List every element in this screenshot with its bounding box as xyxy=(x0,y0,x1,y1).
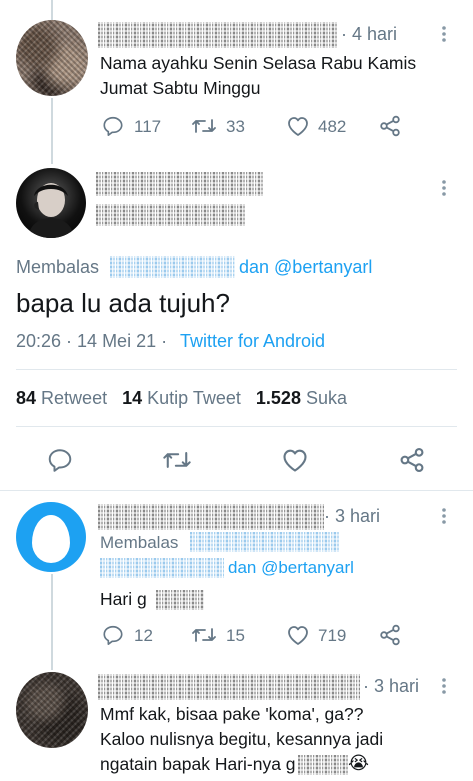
tweet-text-line3: ngatain bapak Hari-nya g xyxy=(100,754,296,774)
reply-count: 12 xyxy=(134,626,153,645)
redacted-username xyxy=(98,22,338,48)
egg-icon xyxy=(32,515,70,563)
thread-line-1 xyxy=(51,98,53,164)
more-icon[interactable] xyxy=(438,506,450,526)
retweet-count: 33 xyxy=(226,117,245,136)
redacted-username xyxy=(98,504,324,530)
tweet-timestamp: 20:26 · 14 Mei 21 · xyxy=(16,331,168,351)
tweet-text-line2: Kaloo nulisnya begitu, kesannya jadi xyxy=(100,729,384,749)
reply-icon[interactable] xyxy=(47,447,73,473)
reply-icon[interactable] xyxy=(102,115,124,137)
retweet-total[interactable]: 84 xyxy=(16,388,36,408)
redacted-word xyxy=(156,590,204,610)
avatar[interactable] xyxy=(16,20,88,96)
avatar[interactable] xyxy=(16,672,88,748)
section-divider xyxy=(0,490,473,491)
like-count: 482 xyxy=(318,117,347,136)
tweet-text: Hari g xyxy=(100,589,147,609)
redacted-mention[interactable] xyxy=(110,256,235,278)
quote-total[interactable]: 14 xyxy=(122,388,142,408)
redacted-handle xyxy=(96,204,246,226)
like-total-label[interactable]: Suka xyxy=(306,388,347,408)
redacted-username xyxy=(98,674,360,700)
divider xyxy=(16,369,457,370)
share-icon[interactable] xyxy=(379,115,401,137)
share-icon[interactable] xyxy=(379,624,401,646)
more-icon[interactable] xyxy=(438,676,450,696)
avatar[interactable] xyxy=(16,168,86,238)
more-icon[interactable] xyxy=(438,24,450,44)
tweet-time: · 3 hari xyxy=(324,506,381,526)
engagement-stats: 84 Retweet 14 Kutip Tweet 1.528 Suka xyxy=(16,388,347,409)
redacted-mention[interactable] xyxy=(190,532,340,552)
reply-count: 117 xyxy=(134,117,162,136)
replying-to-label: Membalas xyxy=(100,533,179,552)
reply-icon[interactable] xyxy=(102,624,124,646)
like-total[interactable]: 1.528 xyxy=(256,388,301,408)
retweet-icon[interactable] xyxy=(162,447,192,473)
like-icon[interactable] xyxy=(286,115,310,137)
replying-to-mentions[interactable]: dan @bertanyarl xyxy=(228,558,354,578)
tweet-text-line1: Nama ayahku Senin Selasa Rabu Kamis xyxy=(100,53,417,73)
redacted-word xyxy=(298,755,348,775)
main-tweet-text: bapa lu ada tujuh? xyxy=(16,288,230,318)
redacted-display-name xyxy=(96,172,264,196)
tweet-text-line2: Jumat Sabtu Minggu xyxy=(100,78,261,98)
retweet-icon[interactable] xyxy=(191,624,217,646)
more-icon[interactable] xyxy=(438,178,450,198)
tweet-time: · 4 hari xyxy=(341,24,398,44)
quote-total-label[interactable]: Kutip Tweet xyxy=(147,388,241,408)
redacted-mention[interactable] xyxy=(100,558,224,578)
thread-line-3 xyxy=(51,574,53,670)
like-count: 719 xyxy=(318,626,347,645)
retweet-total-label[interactable]: Retweet xyxy=(41,388,107,408)
like-icon[interactable] xyxy=(286,624,310,646)
crying-emoji: 😭 xyxy=(348,753,370,773)
replying-to-mentions[interactable]: dan @bertanyarl xyxy=(239,257,372,278)
like-icon[interactable] xyxy=(281,447,309,473)
tweet-source[interactable]: Twitter for Android xyxy=(180,331,325,352)
tweet-text-line1: Mmf kak, bisaa pake 'koma', ga?? xyxy=(100,704,364,724)
replying-to-label: Membalas xyxy=(16,257,100,277)
retweet-count: 15 xyxy=(226,626,245,645)
share-icon[interactable] xyxy=(399,447,425,473)
divider xyxy=(16,426,457,427)
retweet-icon[interactable] xyxy=(191,115,217,137)
default-egg-avatar[interactable] xyxy=(16,502,86,572)
thread-line-top xyxy=(51,0,53,20)
tweet-time: · 3 hari xyxy=(363,676,420,696)
